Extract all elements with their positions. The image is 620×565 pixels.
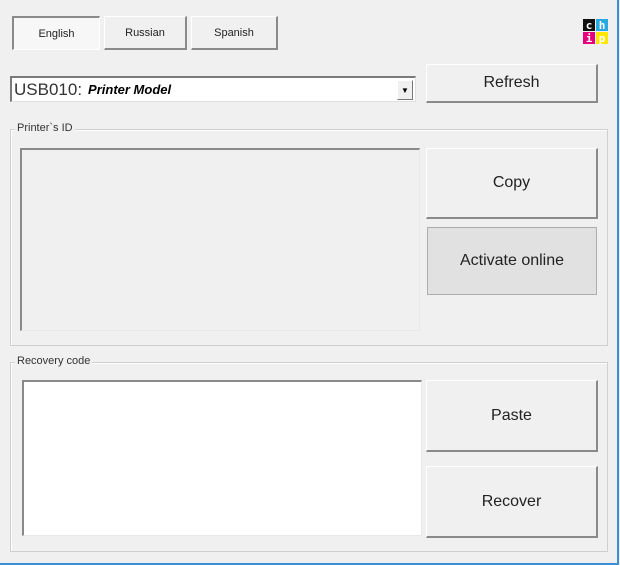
language-english-button[interactable]: English — [12, 16, 100, 50]
language-russian-button[interactable]: Russian — [104, 16, 187, 50]
refresh-button[interactable]: Refresh — [426, 64, 598, 103]
dropdown-arrow-icon[interactable]: ▼ — [397, 80, 413, 100]
logo-letter-c: c — [583, 19, 595, 31]
activate-online-button[interactable]: Activate online — [427, 227, 597, 295]
printer-id-textarea[interactable] — [20, 148, 420, 331]
copy-button[interactable]: Copy — [426, 148, 598, 219]
printer-model: Printer Model — [88, 82, 172, 97]
paste-button[interactable]: Paste — [426, 380, 598, 452]
logo-letter-h: h — [596, 19, 608, 31]
logo-letter-i: i — [583, 32, 595, 44]
recover-button[interactable]: Recover — [426, 466, 598, 538]
recovery-code-textarea[interactable] — [22, 380, 422, 536]
printer-select[interactable]: USB010: Printer Model ▼ — [10, 76, 416, 102]
printer-port: USB010: — [14, 79, 83, 99]
chip-logo-icon: c h i p — [583, 19, 608, 44]
recovery-code-label: Recovery code — [15, 355, 93, 367]
printer-id-label: Printer`s ID — [15, 122, 75, 134]
logo-letter-p: p — [596, 32, 608, 44]
language-spanish-button[interactable]: Spanish — [191, 16, 278, 50]
